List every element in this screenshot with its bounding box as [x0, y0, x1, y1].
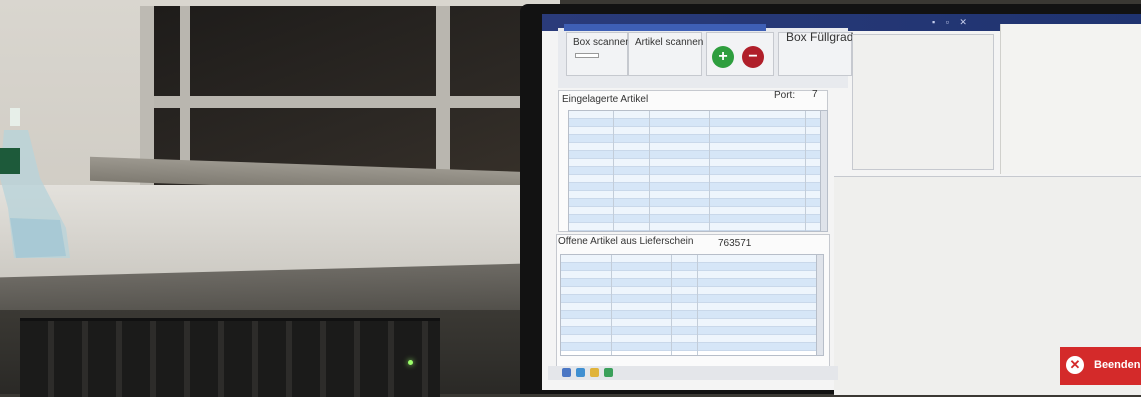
window-mullion [180, 6, 190, 176]
minus-icon[interactable]: − [742, 46, 764, 68]
article-scan-button[interactable]: Artikel scannen [628, 32, 704, 76]
column-divider[interactable] [649, 111, 650, 231]
table-row[interactable] [569, 223, 827, 231]
table-row[interactable] [561, 279, 823, 287]
table-row[interactable] [561, 263, 823, 271]
table-row[interactable] [569, 183, 827, 191]
table-row[interactable] [561, 287, 823, 295]
close-icon: ✕ [1066, 356, 1084, 374]
column-divider[interactable] [613, 111, 614, 231]
image-preview-panel [852, 34, 994, 170]
table-row[interactable] [569, 127, 827, 135]
folder-icon[interactable] [590, 368, 599, 377]
window-mullion [436, 6, 450, 186]
table-row[interactable] [569, 119, 827, 127]
port-value: 7 [812, 89, 818, 100]
open-articles-title: Offene Artikel aus Lieferschein [558, 236, 694, 247]
box-scan-button[interactable]: Box scannen [566, 32, 631, 76]
delivery-note-number: 763571 [718, 238, 752, 249]
status-led [408, 360, 413, 365]
scrollbar[interactable] [816, 255, 823, 355]
column-divider[interactable] [671, 255, 672, 355]
table-row[interactable] [561, 303, 823, 311]
radiator [20, 318, 440, 397]
start-icon[interactable] [562, 368, 571, 377]
info-panel [1000, 24, 1141, 174]
table-row[interactable] [561, 255, 823, 263]
table-row[interactable] [569, 199, 827, 207]
column-divider[interactable] [805, 111, 806, 231]
table-row[interactable] [561, 327, 823, 335]
window-controls-icon[interactable]: ▪ ▫ ✕ [932, 17, 971, 28]
table-row[interactable] [569, 151, 827, 159]
article-scan-label: Artikel scannen [635, 37, 704, 48]
table-row[interactable] [569, 215, 827, 223]
table-row[interactable] [561, 295, 823, 303]
table-row[interactable] [561, 311, 823, 319]
port-label: Port: [774, 90, 796, 101]
table-row[interactable] [569, 207, 827, 215]
table-row[interactable] [561, 319, 823, 327]
table-row[interactable] [561, 271, 823, 279]
table-row[interactable] [569, 175, 827, 183]
table-row[interactable] [569, 159, 827, 167]
ribbon-tab[interactable] [564, 24, 766, 31]
table-row[interactable] [569, 135, 827, 143]
browser-icon[interactable] [576, 368, 585, 377]
stored-articles-title: Eingelagerte Artikel [562, 94, 649, 105]
table-row[interactable] [561, 343, 823, 351]
exit-button[interactable]: ✕ Beenden [1060, 347, 1141, 385]
fill-level-label: Box Füllgrad [786, 30, 854, 44]
column-divider[interactable] [697, 255, 698, 355]
window-mullion [154, 96, 560, 108]
scrollbar[interactable] [820, 111, 827, 231]
water-bottle [0, 108, 70, 258]
box-scan-field [575, 53, 599, 58]
box-scan-label: Box scannen [573, 37, 631, 48]
stored-articles-table[interactable] [568, 110, 828, 232]
table-row[interactable] [569, 167, 827, 175]
column-divider[interactable] [611, 255, 612, 355]
plus-icon[interactable]: + [712, 46, 734, 68]
table-row[interactable] [569, 191, 827, 199]
table-row[interactable] [569, 143, 827, 151]
exit-label: Beenden [1094, 359, 1141, 371]
app-icon[interactable] [604, 368, 613, 377]
table-row[interactable] [569, 111, 827, 119]
table-row[interactable] [561, 335, 823, 343]
open-articles-table[interactable] [560, 254, 824, 356]
column-divider[interactable] [709, 111, 710, 231]
